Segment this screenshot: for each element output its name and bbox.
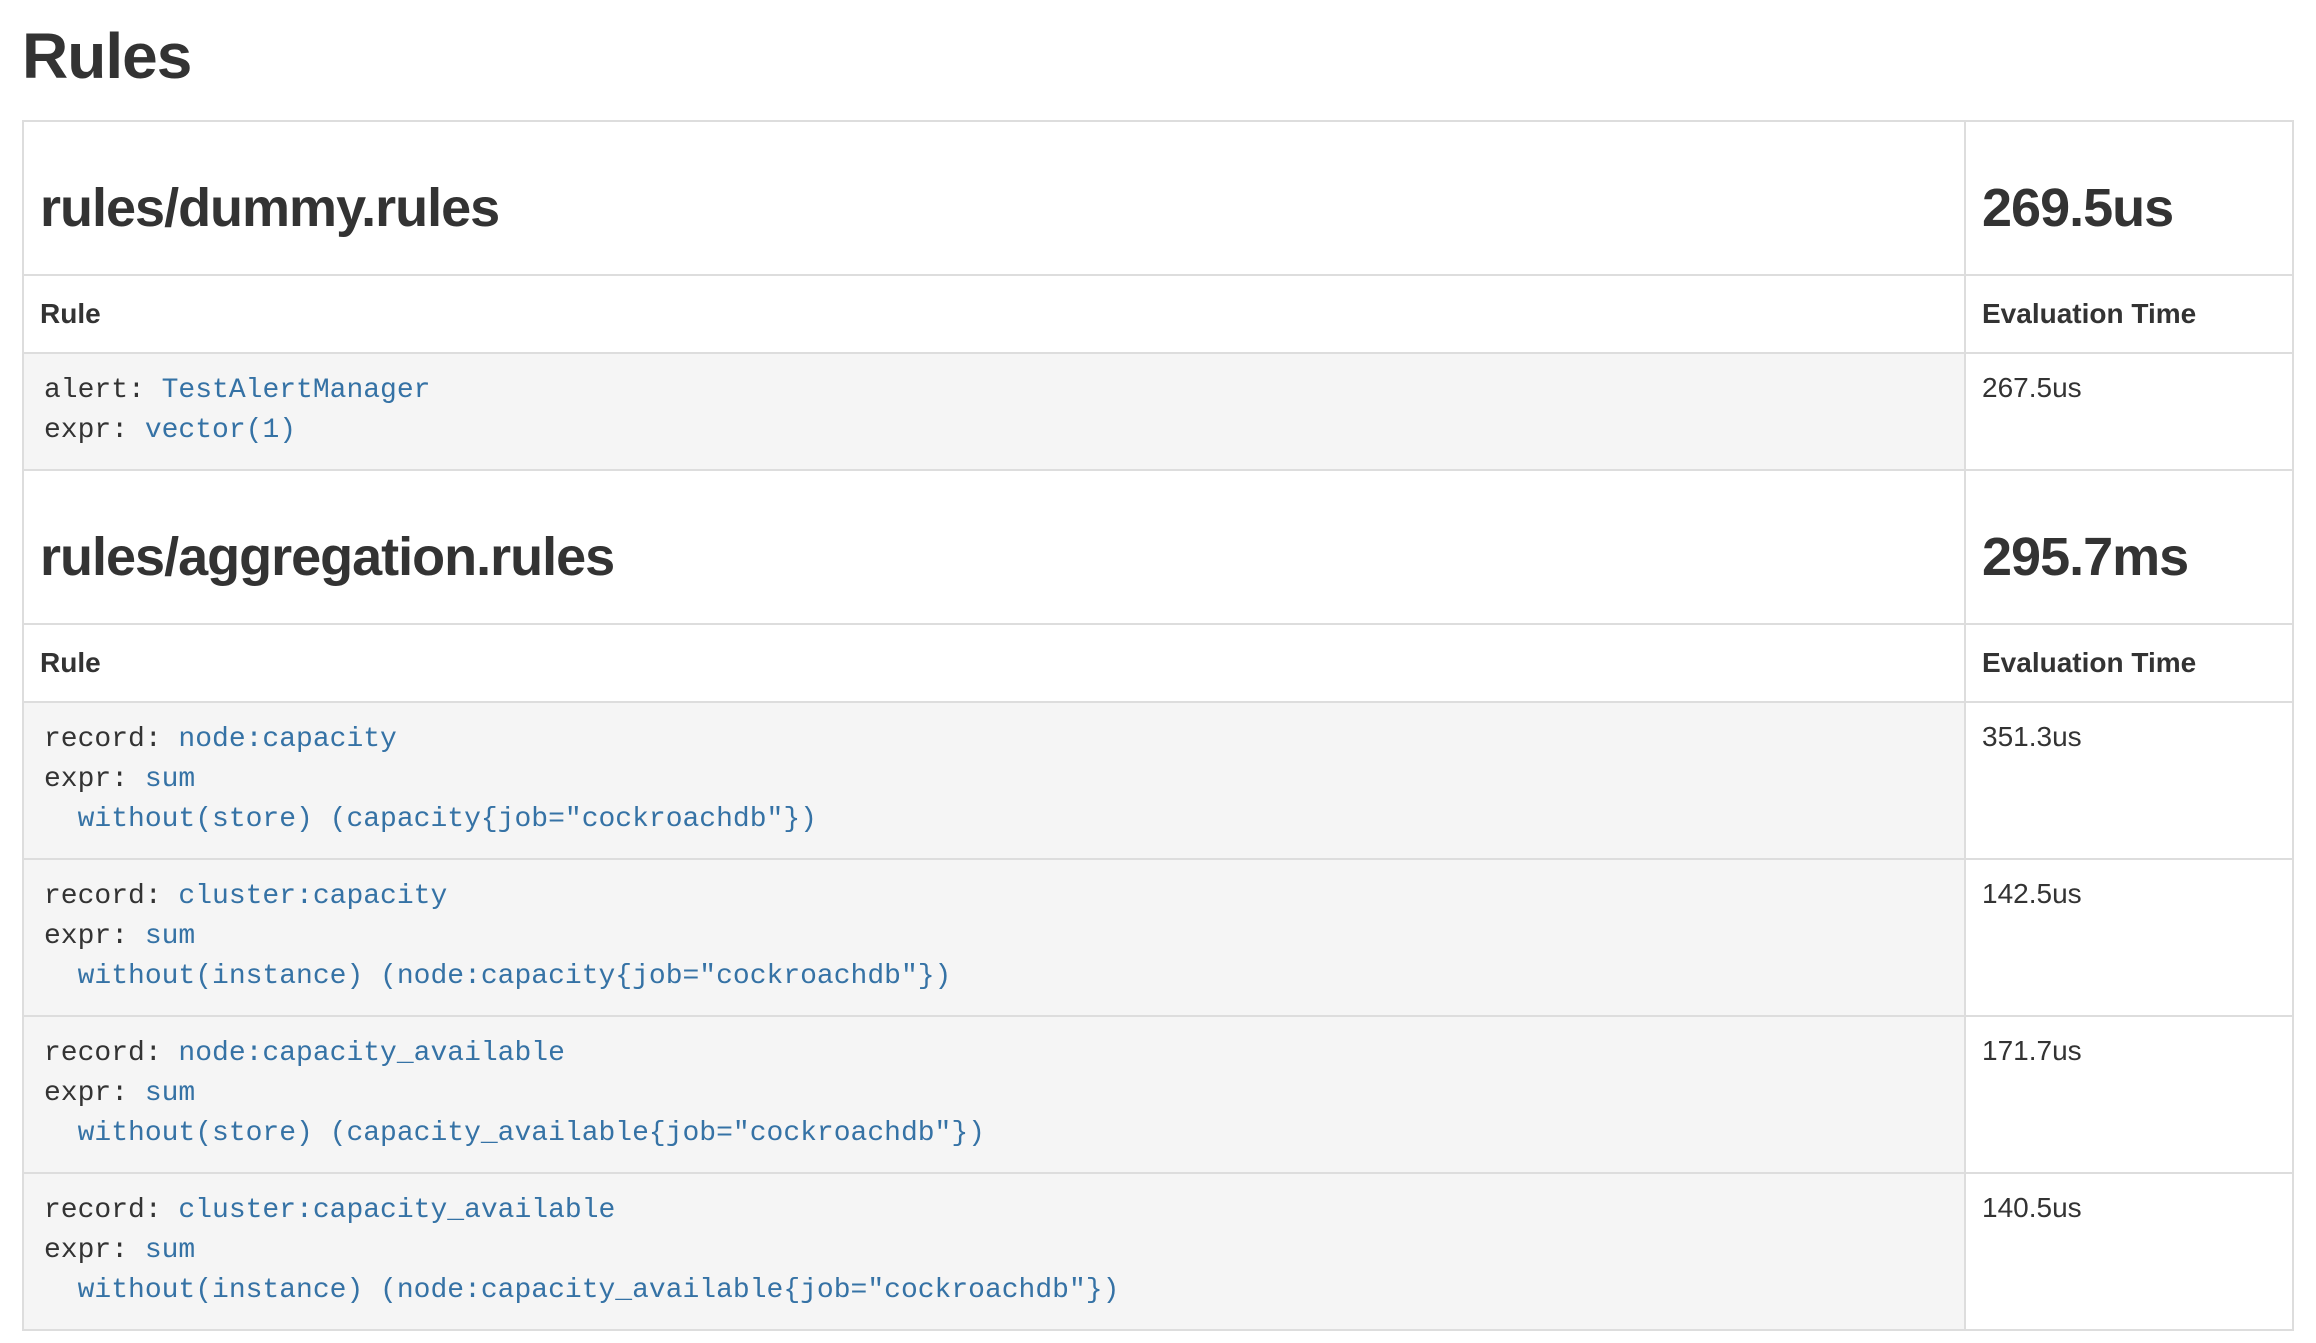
rule-definition-cell: record: cluster:capacity_available expr:…	[23, 1173, 1965, 1330]
column-header-row: RuleEvaluation Time	[23, 624, 2293, 702]
rule-keyword-text: expr:	[44, 764, 145, 795]
rule-keyword-text: expr:	[44, 921, 145, 952]
rule-group-evaluation-time: 295.7ms	[1982, 527, 2276, 587]
rule-evaluation-time: 140.5us	[1965, 1173, 2293, 1330]
rule-row: record: node:capacity_available expr: su…	[23, 1016, 2293, 1173]
rule-expression-link[interactable]: vector(1)	[145, 415, 296, 446]
rule-expression-link[interactable]: sum without(instance) (node:capacity{job…	[44, 921, 951, 992]
rule-group-row: rules/aggregation.rules 295.7ms	[23, 470, 2293, 624]
rule-definition: record: cluster:capacity_available expr:…	[24, 1174, 1964, 1329]
rule-name-link[interactable]: cluster:capacity	[178, 881, 447, 912]
rule-keyword-text: record:	[44, 1038, 178, 1069]
rules-page: Rules rules/dummy.rules269.5usRuleEvalua…	[22, 21, 2294, 1331]
column-header-evaluation-time: Evaluation Time	[1965, 624, 2293, 702]
rule-definition: record: cluster:capacity expr: sum witho…	[24, 860, 1964, 1015]
rule-definition: alert: TestAlertManager expr: vector(1)	[24, 354, 1964, 469]
rule-row: record: node:capacity expr: sum without(…	[23, 702, 2293, 859]
rule-definition: record: node:capacity expr: sum without(…	[24, 703, 1964, 858]
rule-definition-cell: record: cluster:capacity expr: sum witho…	[23, 859, 1965, 1016]
rules-table: rules/dummy.rules269.5usRuleEvaluation T…	[22, 120, 2294, 1331]
rule-definition-cell: record: node:capacity expr: sum without(…	[23, 702, 1965, 859]
column-header-row: RuleEvaluation Time	[23, 275, 2293, 353]
rule-expression-link[interactable]: sum without(store) (capacity_available{j…	[44, 1078, 985, 1149]
rule-group-name: rules/dummy.rules	[40, 178, 1948, 238]
rule-group-time-cell: 295.7ms	[1965, 470, 2293, 624]
rule-evaluation-time: 171.7us	[1965, 1016, 2293, 1173]
rule-group-row: rules/dummy.rules 269.5us	[23, 121, 2293, 275]
rule-keyword-text: record:	[44, 724, 178, 755]
rule-name-link[interactable]: TestAlertManager	[162, 375, 431, 406]
column-header-evaluation-time: Evaluation Time	[1965, 275, 2293, 353]
rule-expression-link[interactable]: sum without(instance) (node:capacity_ava…	[44, 1235, 1119, 1306]
rule-keyword-text: expr:	[44, 415, 145, 446]
rule-row: alert: TestAlertManager expr: vector(1)2…	[23, 353, 2293, 470]
rule-keyword-text: expr:	[44, 1078, 145, 1109]
rule-keyword-text: record:	[44, 1195, 178, 1226]
rule-keyword-text: expr:	[44, 1235, 145, 1266]
page-title: Rules	[22, 21, 2294, 91]
rule-name-link[interactable]: cluster:capacity_available	[178, 1195, 615, 1226]
rules-table-body: rules/dummy.rules269.5usRuleEvaluation T…	[23, 121, 2293, 1330]
rule-group-time-cell: 269.5us	[1965, 121, 2293, 275]
rule-evaluation-time: 267.5us	[1965, 353, 2293, 470]
rule-keyword-text: record:	[44, 881, 178, 912]
column-header-rule: Rule	[23, 624, 1965, 702]
rule-evaluation-time: 351.3us	[1965, 702, 2293, 859]
rule-group-name: rules/aggregation.rules	[40, 527, 1948, 587]
rule-group-evaluation-time: 269.5us	[1982, 178, 2276, 238]
rule-group-name-cell: rules/dummy.rules	[23, 121, 1965, 275]
rule-row: record: cluster:capacity expr: sum witho…	[23, 859, 2293, 1016]
rule-definition-cell: alert: TestAlertManager expr: vector(1)	[23, 353, 1965, 470]
rule-evaluation-time: 142.5us	[1965, 859, 2293, 1016]
rule-group-name-cell: rules/aggregation.rules	[23, 470, 1965, 624]
column-header-rule: Rule	[23, 275, 1965, 353]
rule-name-link[interactable]: node:capacity_available	[178, 1038, 564, 1069]
rule-definition: record: node:capacity_available expr: su…	[24, 1017, 1964, 1172]
rule-expression-link[interactable]: sum without(store) (capacity{job="cockro…	[44, 764, 817, 835]
rule-row: record: cluster:capacity_available expr:…	[23, 1173, 2293, 1330]
rule-keyword-text: alert:	[44, 375, 162, 406]
rule-name-link[interactable]: node:capacity	[178, 724, 396, 755]
rule-definition-cell: record: node:capacity_available expr: su…	[23, 1016, 1965, 1173]
